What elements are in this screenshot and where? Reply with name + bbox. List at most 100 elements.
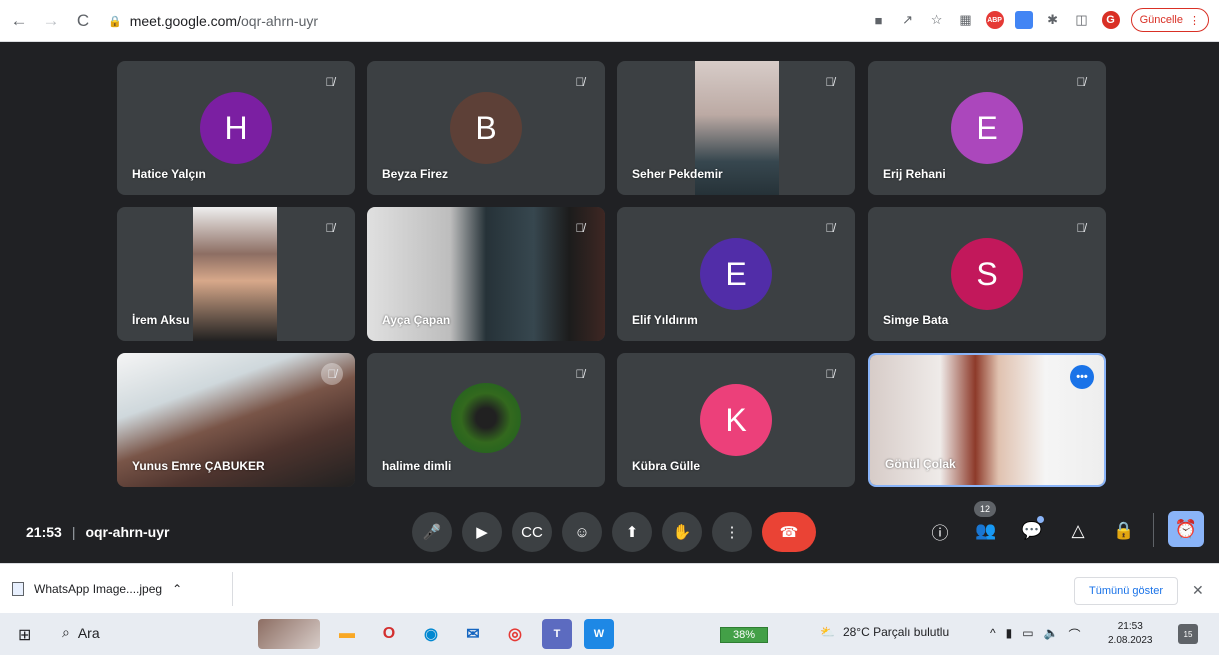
captions-icon[interactable]: CC (512, 512, 552, 552)
profile-avatar[interactable]: G (1101, 11, 1120, 29)
extension-toolbar: ■ ↗ ☆ ▦ ABP ✱ ◫ G Güncelle ⋮ (870, 8, 1209, 32)
chevron-up-icon[interactable]: ⌃ (172, 582, 182, 596)
mic-off-icon: 🎙̸ (1076, 221, 1086, 235)
participant-tile[interactable]: 🎙̸ İrem Aksu (117, 207, 355, 341)
emoji-icon[interactable]: ☺ (562, 512, 602, 552)
more-options-icon[interactable]: ••• (1070, 365, 1094, 389)
search-label: Ara (77, 624, 100, 641)
image-file-icon (12, 582, 24, 596)
wifi-icon[interactable]: ⌒ (1069, 626, 1081, 643)
timer-icon[interactable]: ⏰ (1168, 511, 1204, 547)
file-explorer-icon[interactable]: ▬ (332, 619, 362, 649)
participant-tile[interactable]: 🎙̸ E Elif Yıldırım (617, 207, 855, 341)
adblock-icon[interactable]: ABP (985, 11, 1004, 29)
chevron-up-icon[interactable]: ^ (990, 626, 996, 643)
back-icon[interactable]: ← (6, 8, 32, 34)
participant-tile[interactable]: 🎙̸ H Hatice Yalçın (117, 61, 355, 195)
task-view-widget[interactable] (258, 619, 320, 649)
mic-off-icon: 🎙̸ (1076, 75, 1086, 89)
download-bar: WhatsApp Image....jpeg ⌃ Tümünü göster ✕ (0, 563, 1219, 613)
participant-tile[interactable]: 🎙̸ Ayça Çapan (367, 207, 605, 341)
participant-tile[interactable]: 🎙̸ K Kübra Gülle (617, 353, 855, 487)
mic-off-icon: 🎙̸ (575, 221, 585, 235)
side-panel-icon[interactable]: ◫ (1073, 11, 1091, 29)
avatar: E (951, 92, 1023, 164)
url-host: meet.google.com/ (129, 13, 241, 29)
host-controls-icon[interactable]: 🔒 (1108, 515, 1140, 547)
clock-time: 21:53 (1117, 621, 1143, 632)
mail-icon[interactable]: ✉ (458, 619, 488, 649)
weather-label: 28°C Parçalı bulutlu (842, 625, 950, 639)
weather-widget[interactable]: ⛅ 28°C Parçalı bulutlu (820, 625, 949, 639)
taskbar-search[interactable]: ⌕ Ara (62, 624, 100, 641)
mic-off-icon: 🎙̸ (825, 75, 835, 89)
participant-tile[interactable]: 🎙̸ halime dimli (367, 353, 605, 487)
participant-name: halime dimli (382, 459, 452, 473)
forward-icon[interactable]: → (38, 8, 64, 34)
mic-off-icon: 🎙̸ (325, 221, 335, 235)
mic-off-icon: 🎙̸ (321, 363, 343, 385)
participant-name: İrem Aksu (132, 313, 190, 327)
participant-tile[interactable]: 🎙̸ Yunus Emre ÇABUKER (117, 353, 355, 487)
avatar (451, 383, 521, 453)
camera-icon[interactable]: ■ (870, 11, 888, 29)
volume-icon[interactable]: 🔈 (1044, 626, 1059, 643)
avatar: S (951, 238, 1023, 310)
activities-icon[interactable]: △ (1062, 515, 1094, 547)
update-button[interactable]: Güncelle ⋮ (1130, 8, 1209, 32)
url-path: oqr-ahrn-uyr (241, 13, 319, 29)
participant-name: Yunus Emre ÇABUKER (132, 459, 265, 473)
participant-name: Hatice Yalçın (132, 167, 206, 181)
chat-icon[interactable]: 💬 (1016, 515, 1048, 547)
participant-tile-self[interactable]: ••• Gönül Çolak (868, 353, 1106, 487)
url-text: meet.google.com/oqr-ahrn-uyr (130, 13, 318, 29)
present-screen-icon[interactable]: ⬆ (612, 512, 652, 552)
share-icon[interactable]: ↗ (899, 11, 917, 29)
notification-center-icon[interactable]: 15 (1178, 624, 1198, 644)
puzzle-icon[interactable]: ✱ (1044, 11, 1062, 29)
reload-icon[interactable]: C (70, 8, 96, 34)
participant-name: Gönül Çolak (885, 457, 956, 471)
participant-tile[interactable]: 🎙̸ E Erij Rehani (868, 61, 1106, 195)
extension-icon[interactable]: ▦ (957, 11, 975, 29)
participant-tile[interactable]: 🎙̸ S Simge Bata (868, 207, 1106, 341)
side-controls: ⓘ 12 👥 💬 △ 🔒 (924, 501, 1140, 547)
taskbar-clock[interactable]: 21:53 2.08.2023 (1108, 620, 1153, 648)
raise-hand-icon[interactable]: ✋ (662, 512, 702, 552)
more-options-icon[interactable]: ⋮ (712, 512, 752, 552)
word-icon[interactable]: W (584, 619, 614, 649)
mic-off-icon: 🎙̸ (325, 75, 335, 89)
end-call-button[interactable]: ☎ (762, 512, 816, 552)
screen-record-icon[interactable] (1014, 11, 1033, 29)
call-controls: 🎤 ▶ CC ☺ ⬆ ✋ ⋮ ☎ (412, 512, 816, 552)
divider (1153, 513, 1154, 547)
chrome-icon[interactable]: ◎ (500, 619, 530, 649)
avatar: B (450, 92, 522, 164)
bookmark-star-icon[interactable]: ☆ (928, 11, 946, 29)
info-icon[interactable]: ⓘ (924, 515, 956, 547)
download-item[interactable]: WhatsApp Image....jpeg ⌃ (12, 576, 182, 602)
windows-start-icon[interactable]: ⊞ (18, 625, 31, 645)
camera-icon[interactable]: ▶ (462, 512, 502, 552)
close-icon[interactable]: ✕ (1192, 582, 1204, 599)
edge-icon[interactable]: ◉ (416, 619, 446, 649)
participant-tile[interactable]: 🎙̸ Seher Pekdemir (617, 61, 855, 195)
participant-tile[interactable]: 🎙̸ B Beyza Firez (367, 61, 605, 195)
participant-name: Simge Bata (883, 313, 949, 327)
mic-off-icon: 🎙̸ (575, 367, 585, 381)
show-all-button[interactable]: Tümünü göster (1074, 577, 1178, 605)
participant-name: Beyza Firez (382, 167, 449, 181)
notification-dot (1037, 516, 1044, 523)
people-icon[interactable]: 12 👥 (970, 501, 1002, 547)
opera-icon[interactable]: O (374, 619, 404, 649)
teams-icon[interactable]: T (542, 619, 572, 649)
divider: | (71, 524, 76, 540)
divider (232, 572, 233, 606)
usb-icon[interactable]: ▮ (1006, 626, 1013, 643)
mic-off-icon: 🎙̸ (575, 75, 585, 89)
battery-icon[interactable]: ▭ (1022, 626, 1033, 643)
microphone-icon[interactable]: 🎤 (412, 512, 452, 552)
participant-count-badge: 12 (974, 501, 996, 517)
battery-indicator[interactable]: 38% (720, 627, 768, 643)
participant-name: Seher Pekdemir (632, 167, 723, 181)
